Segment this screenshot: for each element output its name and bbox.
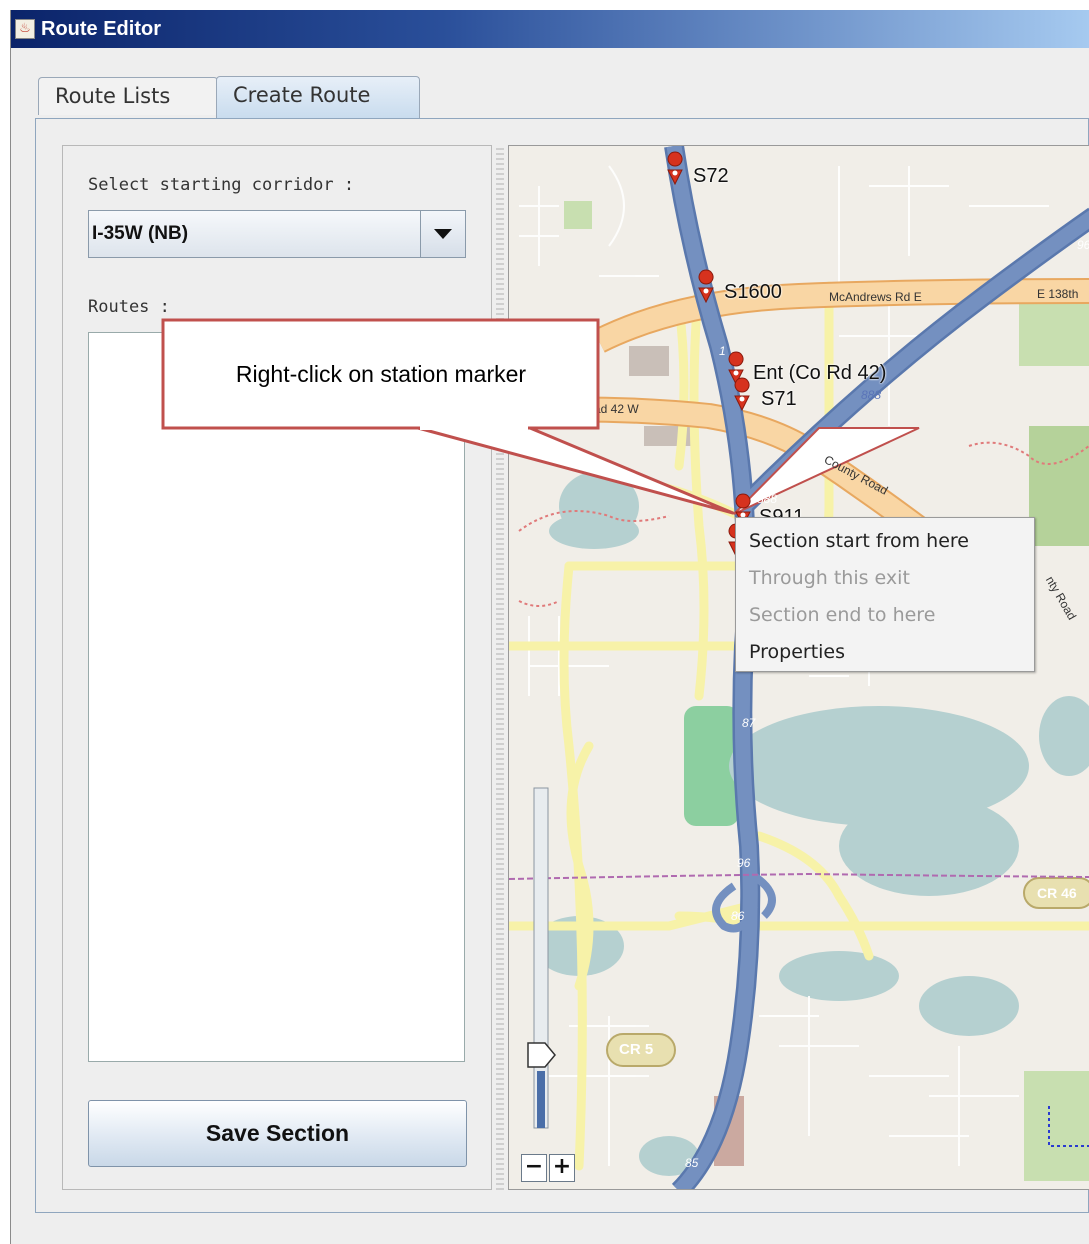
route-shield-888b: 888 <box>757 492 778 506</box>
split-pane-divider[interactable] <box>496 145 504 1190</box>
station-label-s71[interactable]: S71 <box>761 388 797 411</box>
menu-item-through-exit: Through this exit <box>749 567 910 589</box>
chevron-down-icon <box>434 229 452 239</box>
station-label-s72[interactable]: S72 <box>693 165 729 188</box>
corridor-select[interactable]: I-35W (NB) <box>88 210 466 258</box>
cr46-shield: CR 46 <box>1037 885 1077 901</box>
route-shield-86: 86 <box>731 909 745 923</box>
route-shield-1: 1 <box>719 344 726 358</box>
corridor-selected-value: I-35W (NB) <box>92 223 189 244</box>
routes-list[interactable] <box>88 332 465 1062</box>
corridor-label: Select starting corridor : <box>88 175 355 195</box>
cr5-shield: CR 5 <box>619 1041 654 1058</box>
save-section-button[interactable]: Save Section <box>88 1100 467 1167</box>
menu-item-section-start[interactable]: Section start from here <box>749 530 969 552</box>
station-context-menu: Section start from here Through this exi… <box>735 517 1035 672</box>
route-shield-888a: 888 <box>861 388 882 402</box>
menu-item-section-end: Section end to here <box>749 604 936 626</box>
station-label-s1600[interactable]: S1600 <box>724 281 782 304</box>
road-label-county-42w: ad 42 W <box>594 402 639 416</box>
station-label-s911[interactable]: S911 <box>759 506 804 517</box>
route-shield-96b: 96 <box>1077 238 1089 252</box>
tab-create-route[interactable]: Create Route <box>216 76 420 118</box>
menu-item-properties[interactable]: Properties <box>749 641 845 663</box>
callout-text: Right-click on station marker <box>235 361 527 387</box>
route-shield-87: 87 <box>742 716 756 730</box>
road-label-e138th: E 138th <box>1037 287 1079 301</box>
route-shield-96: 96 <box>737 856 751 870</box>
corridor-dropdown-button[interactable] <box>420 211 465 257</box>
java-app-icon: ♨ <box>15 19 35 39</box>
zoom-slider-fill <box>537 1071 545 1128</box>
zoom-in-button[interactable]: + <box>549 1154 575 1182</box>
zoom-out-button[interactable]: − <box>521 1154 547 1182</box>
station-label-ent-co-rd-42[interactable]: Ent (Co Rd 42) <box>753 362 886 385</box>
routes-label: Routes : <box>88 297 170 317</box>
road-label-mcandrews: McAndrews Rd E <box>829 290 922 304</box>
title-bar[interactable]: ♨ Route Editor <box>11 10 1089 48</box>
tab-route-lists[interactable]: Route Lists <box>38 77 218 115</box>
zoom-slider-thumb <box>527 1042 556 1068</box>
route-shield-85: 85 <box>685 1156 699 1170</box>
window-title: Route Editor <box>41 18 161 40</box>
